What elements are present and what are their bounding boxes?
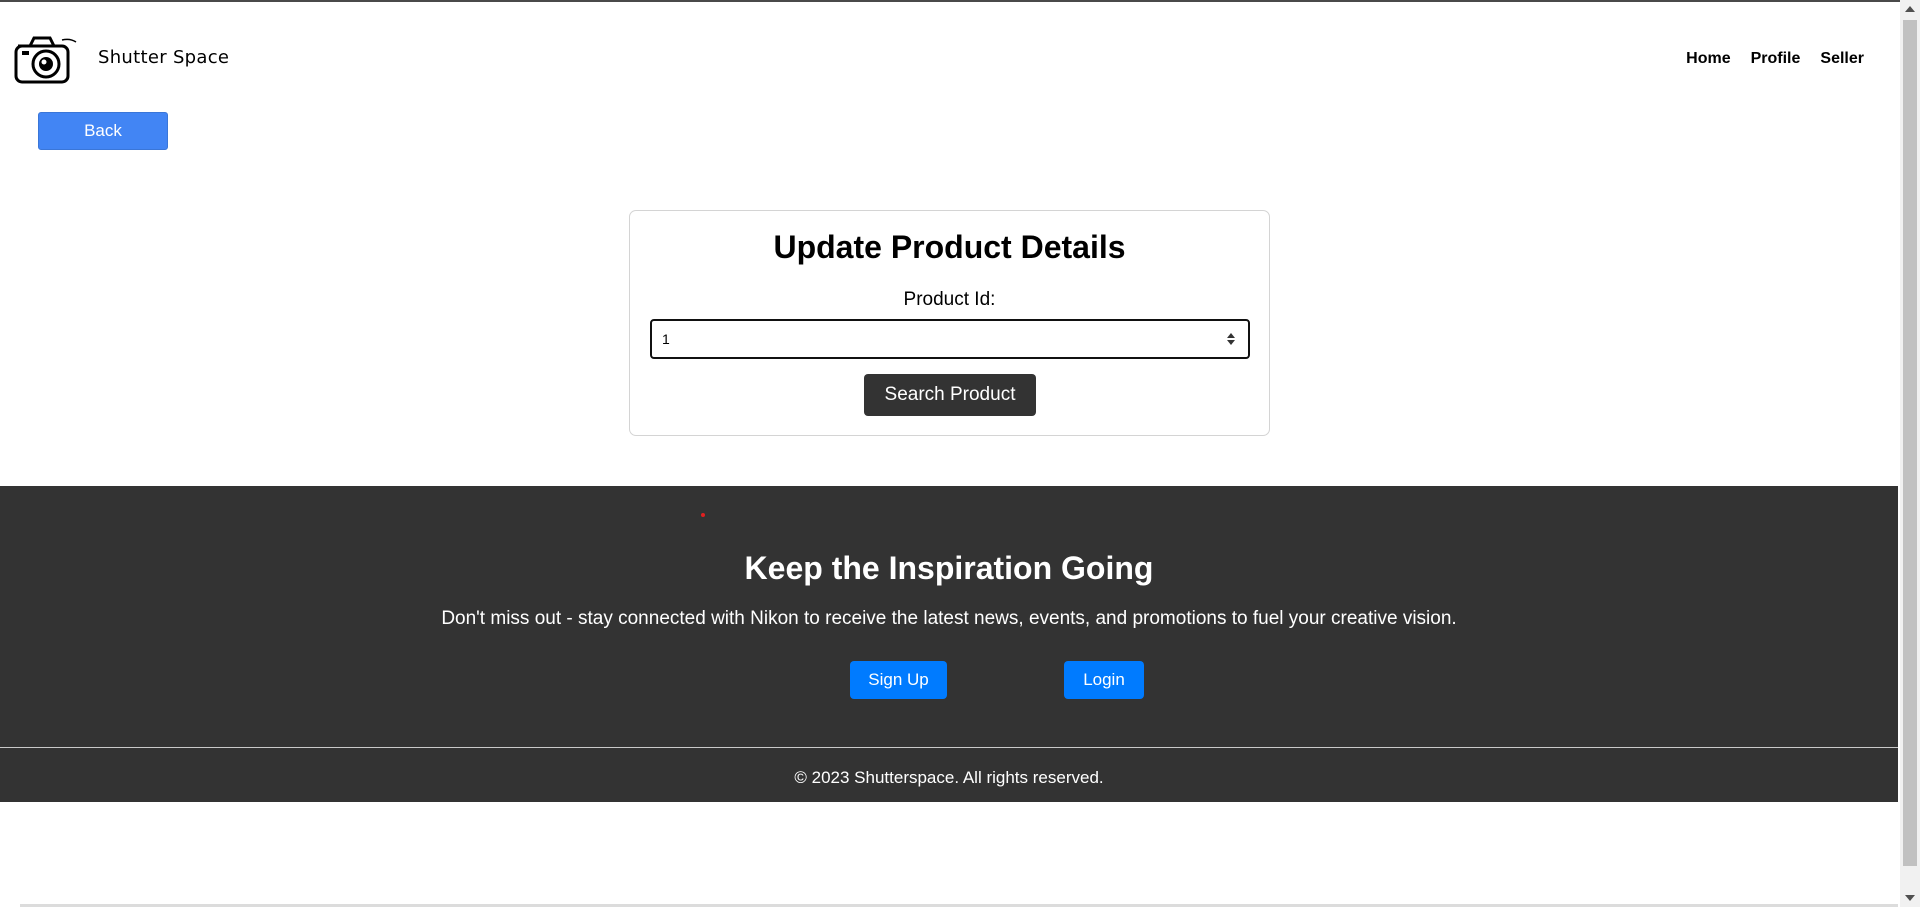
- product-id-field[interactable]: [650, 319, 1250, 359]
- scroll-up-icon[interactable]: [1905, 6, 1915, 12]
- nav-profile-link[interactable]: Profile: [1751, 50, 1801, 68]
- nav-home-link[interactable]: Home: [1686, 50, 1730, 68]
- product-id-label: Product Id:: [903, 289, 996, 310]
- promo-title: Keep the Inspiration Going: [744, 550, 1154, 586]
- nav-seller-link[interactable]: Seller: [1820, 50, 1864, 68]
- search-product-button[interactable]: Search Product: [864, 374, 1036, 416]
- number-spinner-icon[interactable]: [1226, 331, 1236, 347]
- product-id-input[interactable]: [662, 327, 1202, 351]
- scroll-down-icon[interactable]: [1905, 895, 1915, 901]
- brand-name[interactable]: Shutter Space: [98, 47, 229, 68]
- back-button[interactable]: Back: [38, 112, 168, 150]
- scrollbar-thumb[interactable]: [1903, 20, 1917, 866]
- page: Shutter Space Home Profile Seller Back U…: [0, 0, 1920, 907]
- site-footer: © 2023 Shutterspace. All rights reserved…: [0, 748, 1898, 802]
- vertical-scrollbar[interactable]: [1900, 0, 1920, 907]
- promo-text: Don't miss out - stay connected with Nik…: [441, 608, 1457, 629]
- site-header: Shutter Space Home Profile Seller: [0, 2, 1898, 112]
- update-product-card: Update Product Details Product Id: Searc…: [629, 210, 1270, 436]
- red-dot-marker: [701, 513, 705, 517]
- camera-logo-icon[interactable]: [14, 32, 78, 86]
- sign-up-button[interactable]: Sign Up: [850, 661, 947, 699]
- promo-section: Keep the Inspiration Going Don't miss ou…: [0, 486, 1898, 747]
- main-nav: Home Profile Seller: [1686, 50, 1864, 68]
- page-title: Update Product Details: [773, 229, 1126, 265]
- copyright-text: © 2023 Shutterspace. All rights reserved…: [794, 768, 1104, 787]
- login-button[interactable]: Login: [1064, 661, 1144, 699]
